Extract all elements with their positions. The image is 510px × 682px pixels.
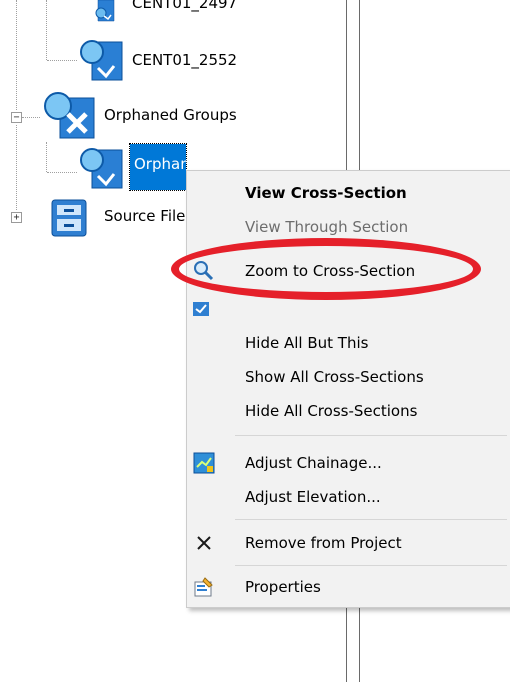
chainage-icon bbox=[193, 452, 215, 474]
menu-item-hide-all-cross-sections[interactable]: Hide All Cross-Sections bbox=[187, 395, 510, 427]
tree-guide-line bbox=[16, 0, 17, 110]
menu-item-label: Adjust Elevation... bbox=[245, 488, 381, 506]
menu-item-adjust-chainage[interactable]: Adjust Chainage... bbox=[187, 447, 510, 479]
cross-section-icon bbox=[78, 144, 128, 192]
menu-separator bbox=[235, 519, 507, 520]
cross-section-icon bbox=[82, 0, 130, 30]
menu-item-label: View Through Section bbox=[245, 218, 409, 236]
context-menu: View Cross-Section View Through Section … bbox=[186, 170, 510, 608]
tree-guide-line bbox=[22, 117, 40, 118]
tree-guide-line bbox=[47, 172, 77, 173]
expand-toggle[interactable]: + bbox=[11, 212, 22, 223]
menu-item-adjust-elevation[interactable]: Adjust Elevation... bbox=[187, 481, 510, 513]
menu-item-properties[interactable]: Properties bbox=[187, 571, 510, 603]
menu-separator bbox=[235, 435, 507, 436]
menu-item-label: Show All Cross-Sections bbox=[245, 368, 424, 386]
menu-item-label: Hide All But This bbox=[245, 334, 369, 352]
menu-separator bbox=[235, 565, 507, 566]
close-x-icon bbox=[193, 532, 215, 554]
menu-item-remove-from-project[interactable]: Remove from Project bbox=[187, 527, 510, 559]
menu-item-view-cross-section[interactable]: View Cross-Section bbox=[187, 177, 510, 209]
menu-item-label: View Cross-Section bbox=[245, 184, 407, 202]
properties-icon bbox=[193, 576, 215, 598]
highlight-annotation bbox=[171, 238, 481, 300]
collapse-toggle[interactable]: − bbox=[11, 112, 22, 123]
blue-check-icon bbox=[193, 298, 215, 320]
menu-item-show-all-cross-sections[interactable]: Show All Cross-Sections bbox=[187, 361, 510, 393]
menu-item-label: Remove from Project bbox=[245, 534, 402, 552]
tree-guide-line bbox=[16, 125, 17, 210]
tree-guide-line bbox=[46, 142, 47, 172]
tree-guide-line bbox=[47, 60, 77, 61]
tree-guide-line bbox=[46, 0, 47, 60]
orphaned-groups-icon bbox=[42, 88, 98, 142]
tree-item-orphaned-groups[interactable]: Orphaned Groups bbox=[104, 106, 237, 124]
menu-item-label: Adjust Chainage... bbox=[245, 454, 382, 472]
menu-item-hide-all-but-this[interactable]: Hide All But This bbox=[187, 327, 510, 359]
source-files-icon bbox=[46, 196, 94, 240]
menu-item-label: Properties bbox=[245, 578, 321, 596]
menu-item-label: Hide All Cross-Sections bbox=[245, 402, 418, 420]
tree-item-cent01-2552[interactable]: CENT01_2552 bbox=[132, 51, 237, 69]
cross-section-icon bbox=[78, 36, 128, 84]
tree-item-label[interactable]: CENT01_2497 bbox=[132, 0, 237, 12]
tree-item-source-files[interactable]: Source Files bbox=[104, 207, 193, 225]
